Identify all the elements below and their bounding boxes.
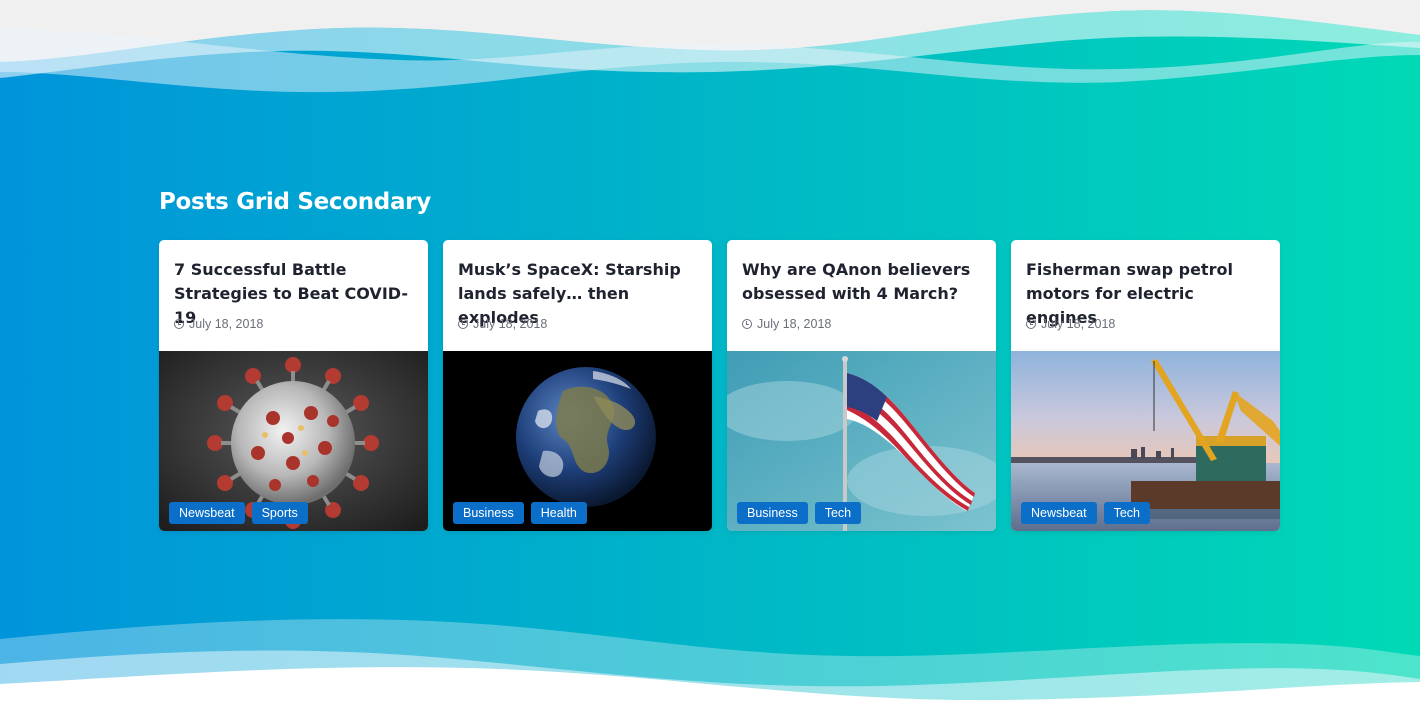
post-date-text: July 18, 2018 — [1041, 317, 1116, 331]
post-image[interactable]: Newsbeat Tech — [1011, 351, 1280, 531]
post-date-text: July 18, 2018 — [189, 317, 264, 331]
post-title[interactable]: 7 Successful Battle Strategies to Beat C… — [174, 258, 413, 327]
clock-icon — [742, 319, 752, 329]
post-image[interactable]: Business Tech — [727, 351, 996, 531]
post-date: July 18, 2018 — [174, 317, 413, 331]
post-tags: Newsbeat Sports — [169, 502, 308, 524]
post-image[interactable]: Business Health — [443, 351, 712, 531]
post-card[interactable]: Why are QAnon believers obsessed with 4 … — [727, 240, 996, 531]
post-card-body: Musk’s SpaceX: Starship lands safely… th… — [443, 240, 712, 351]
tag-tech[interactable]: Tech — [814, 502, 862, 524]
tag-tech[interactable]: Tech — [1103, 502, 1150, 524]
post-title[interactable]: Why are QAnon believers obsessed with 4 … — [742, 258, 981, 306]
post-card[interactable]: Fisherman swap petrol motors for electri… — [1011, 240, 1280, 531]
clock-icon — [174, 319, 184, 329]
post-date-text: July 18, 2018 — [757, 317, 832, 331]
post-card[interactable]: Musk’s SpaceX: Starship lands safely… th… — [443, 240, 712, 531]
post-date: July 18, 2018 — [1026, 317, 1265, 331]
tag-health[interactable]: Health — [530, 502, 587, 524]
post-date: July 18, 2018 — [742, 317, 981, 331]
tag-newsbeat[interactable]: Newsbeat — [1021, 502, 1097, 524]
post-card-body: Fisherman swap petrol motors for electri… — [1011, 240, 1280, 351]
post-tags: Business Health — [453, 502, 587, 524]
bottom-wave-decoration — [0, 619, 1420, 724]
post-card-body: Why are QAnon believers obsessed with 4 … — [727, 240, 996, 351]
post-date: July 18, 2018 — [458, 317, 697, 331]
section-title: Posts Grid Secondary — [159, 189, 431, 215]
post-card-body: 7 Successful Battle Strategies to Beat C… — [159, 240, 428, 351]
tag-newsbeat[interactable]: Newsbeat — [169, 502, 245, 524]
tag-business[interactable]: Business — [737, 502, 808, 524]
post-title[interactable]: Fisherman swap petrol motors for electri… — [1026, 258, 1265, 327]
clock-icon — [458, 319, 468, 329]
post-tags: Newsbeat Tech — [1021, 502, 1150, 524]
clock-icon — [1026, 319, 1036, 329]
posts-grid: 7 Successful Battle Strategies to Beat C… — [159, 240, 1280, 531]
post-date-text: July 18, 2018 — [473, 317, 548, 331]
post-image[interactable]: Newsbeat Sports — [159, 351, 428, 531]
tag-business[interactable]: Business — [453, 502, 524, 524]
posts-section: Posts Grid Secondary 7 Successful Battle… — [0, 0, 1420, 724]
tag-sports[interactable]: Sports — [251, 502, 308, 524]
post-tags: Business Tech — [737, 502, 862, 524]
post-title[interactable]: Musk’s SpaceX: Starship lands safely… th… — [458, 258, 697, 327]
post-card[interactable]: 7 Successful Battle Strategies to Beat C… — [159, 240, 428, 531]
top-wave-decoration — [0, 0, 1420, 93]
